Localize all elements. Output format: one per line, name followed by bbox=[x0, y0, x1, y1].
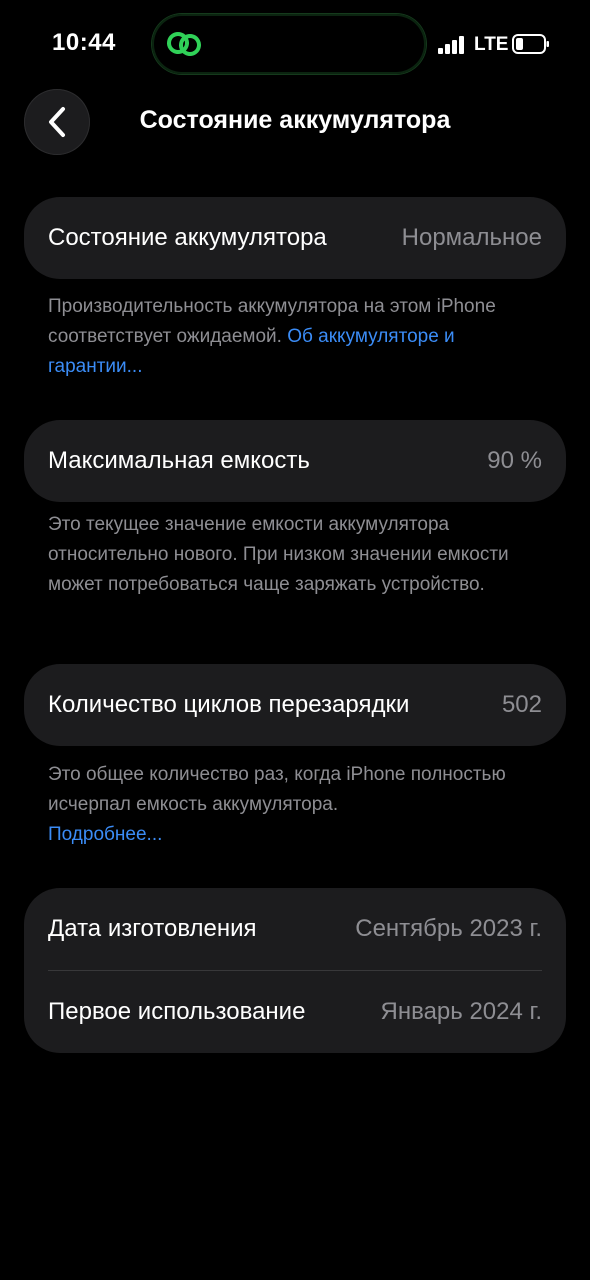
max-capacity-footnote: Это текущее значение емкости аккумулятор… bbox=[48, 514, 509, 595]
max-capacity-value: 90 % bbox=[487, 447, 542, 474]
cycle-count-row: Количество циклов перезарядки 502 bbox=[24, 664, 566, 746]
battery-health-card: Состояние аккумулятора Нормальное bbox=[24, 197, 566, 279]
dates-card: Дата изготовления Сентябрь 2023 г. Перво… bbox=[24, 888, 566, 1053]
battery-health-screen: 10:44 LTE Состояние аккумулятора Состоян… bbox=[0, 0, 590, 1280]
max-capacity-row: Максимальная емкость 90 % bbox=[24, 420, 566, 502]
cellular-signal-icon bbox=[438, 36, 464, 54]
battery-health-value: Нормальное bbox=[401, 224, 542, 251]
status-bar: 10:44 LTE bbox=[0, 0, 590, 90]
first-use-value: Январь 2024 г. bbox=[380, 998, 542, 1025]
max-capacity-label: Максимальная емкость bbox=[48, 447, 310, 474]
green-link-activity-icon bbox=[167, 32, 201, 56]
cycle-count-label: Количество циклов перезарядки bbox=[48, 691, 410, 718]
cycle-count-footnote: Это общее количество раз, когда iPhone п… bbox=[48, 764, 506, 845]
battery-health-row: Состояние аккумулятора Нормальное bbox=[24, 197, 566, 279]
status-time: 10:44 bbox=[52, 29, 116, 56]
battery-health-footnote: Производительность аккумулятора на этом … bbox=[48, 296, 496, 377]
first-use-label: Первое использование bbox=[48, 998, 306, 1025]
dynamic-island[interactable] bbox=[152, 14, 426, 74]
page-title: Состояние аккумулятора bbox=[139, 106, 451, 134]
learn-more-link[interactable]: Подробнее... bbox=[48, 824, 162, 845]
battery-low-icon bbox=[512, 34, 549, 54]
cycle-count-card: Количество циклов перезарядки 502 bbox=[24, 664, 566, 746]
battery-health-label: Состояние аккумулятора bbox=[48, 224, 327, 251]
manufacture-date-row: Дата изготовления Сентябрь 2023 г. bbox=[24, 888, 566, 970]
first-use-row: Первое использование Январь 2024 г. bbox=[24, 971, 566, 1053]
manufacture-date-value: Сентябрь 2023 г. bbox=[355, 915, 542, 942]
network-type: LTE bbox=[474, 34, 509, 55]
max-capacity-card: Максимальная емкость 90 % bbox=[24, 420, 566, 502]
manufacture-date-label: Дата изготовления bbox=[48, 915, 257, 942]
cycle-count-value: 502 bbox=[501, 691, 542, 718]
